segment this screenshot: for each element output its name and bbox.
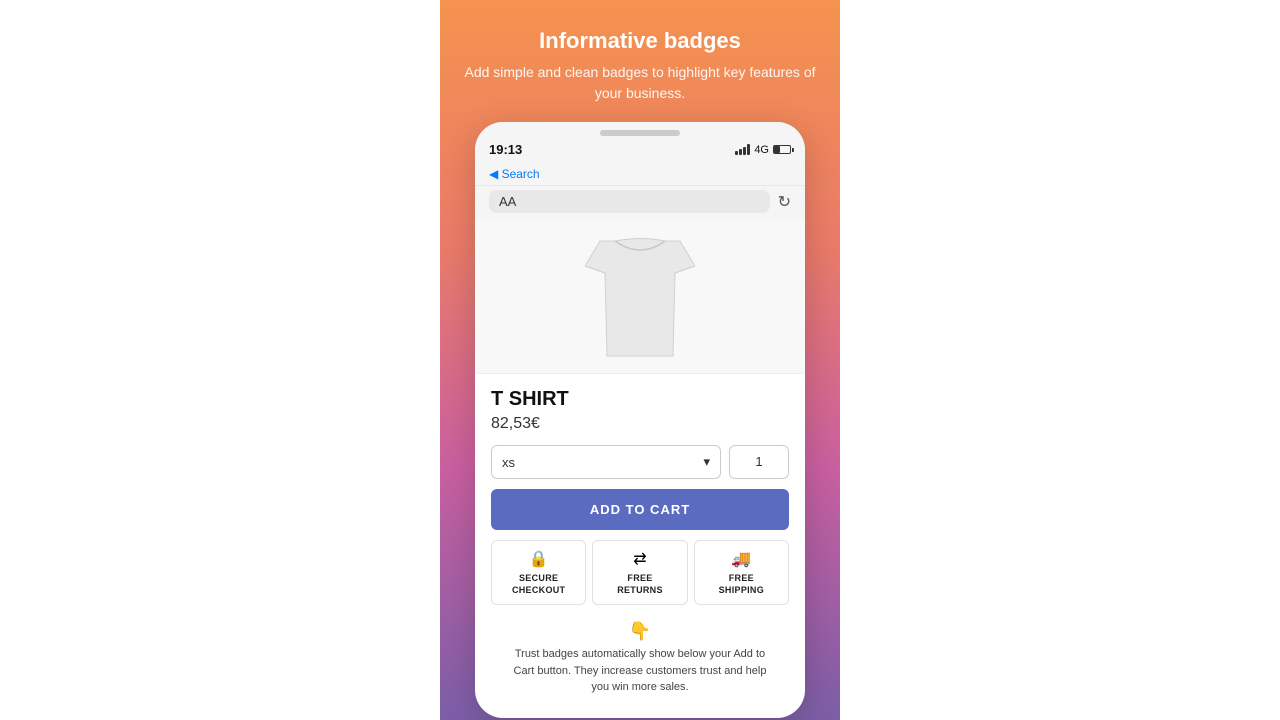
- background-right: [840, 0, 1280, 720]
- navigation-bar: ◀ Search: [475, 161, 805, 186]
- status-time: 19:13: [489, 142, 522, 157]
- size-select[interactable]: xs ▾: [491, 445, 721, 479]
- address-bar: AA ↻: [475, 186, 805, 219]
- page-subtitle: Add simple and clean badges to highlight…: [460, 62, 820, 104]
- trust-badges: 🔒 SECURECHECKOUT ⇄ FREERETURNS 🚚 FREESHI…: [491, 540, 789, 605]
- phone-mockup: 19:13 4G ◀ Search AA: [475, 122, 805, 718]
- center-panel: Informative badges Add simple and clean …: [440, 0, 840, 720]
- status-bar: 19:13 4G: [475, 138, 805, 161]
- product-info: T SHIRT 82,53€ xs ▾ 1 ADD TO CART 🔒 SECU…: [475, 374, 805, 718]
- quantity-value: 1: [755, 454, 762, 469]
- battery-icon: [773, 145, 791, 154]
- badge-free-returns: ⇄ FREERETURNS: [592, 540, 687, 605]
- status-icons: 4G: [735, 144, 791, 156]
- badge-shipping-label: FREESHIPPING: [719, 573, 764, 596]
- product-name: T SHIRT: [491, 388, 789, 411]
- badge-secure-label: SECURECHECKOUT: [512, 573, 565, 596]
- address-text: AA: [499, 194, 516, 209]
- background-left: [0, 0, 440, 720]
- pointing-emoji: 👇: [507, 621, 773, 642]
- quantity-input[interactable]: 1: [729, 445, 789, 479]
- product-image-area: [475, 219, 805, 374]
- badge-free-shipping: 🚚 FREESHIPPING: [694, 540, 789, 605]
- network-label: 4G: [754, 144, 769, 156]
- lock-icon: 🔒: [529, 549, 549, 569]
- chevron-down-icon: ▾: [703, 454, 710, 470]
- address-input[interactable]: AA: [489, 190, 770, 213]
- badge-returns-label: FREERETURNS: [617, 573, 663, 596]
- refresh-icon[interactable]: ↻: [778, 192, 791, 212]
- bottom-description: Trust badges automatically show below yo…: [507, 646, 773, 696]
- product-price: 82,53€: [491, 415, 789, 433]
- product-controls: xs ▾ 1: [491, 445, 789, 479]
- size-value: xs: [502, 455, 515, 470]
- phone-notch-area: [475, 122, 805, 138]
- returns-icon: ⇄: [633, 549, 646, 569]
- back-button[interactable]: ◀ Search: [489, 167, 540, 181]
- tshirt-image: [585, 231, 695, 361]
- signal-icon: [735, 144, 750, 155]
- shipping-icon: 🚚: [731, 549, 751, 569]
- phone-notch: [600, 130, 680, 136]
- page-title: Informative badges: [539, 28, 741, 54]
- bottom-text-area: 👇 Trust badges automatically show below …: [491, 615, 789, 708]
- badge-secure-checkout: 🔒 SECURECHECKOUT: [491, 540, 586, 605]
- add-to-cart-button[interactable]: ADD TO CART: [491, 489, 789, 530]
